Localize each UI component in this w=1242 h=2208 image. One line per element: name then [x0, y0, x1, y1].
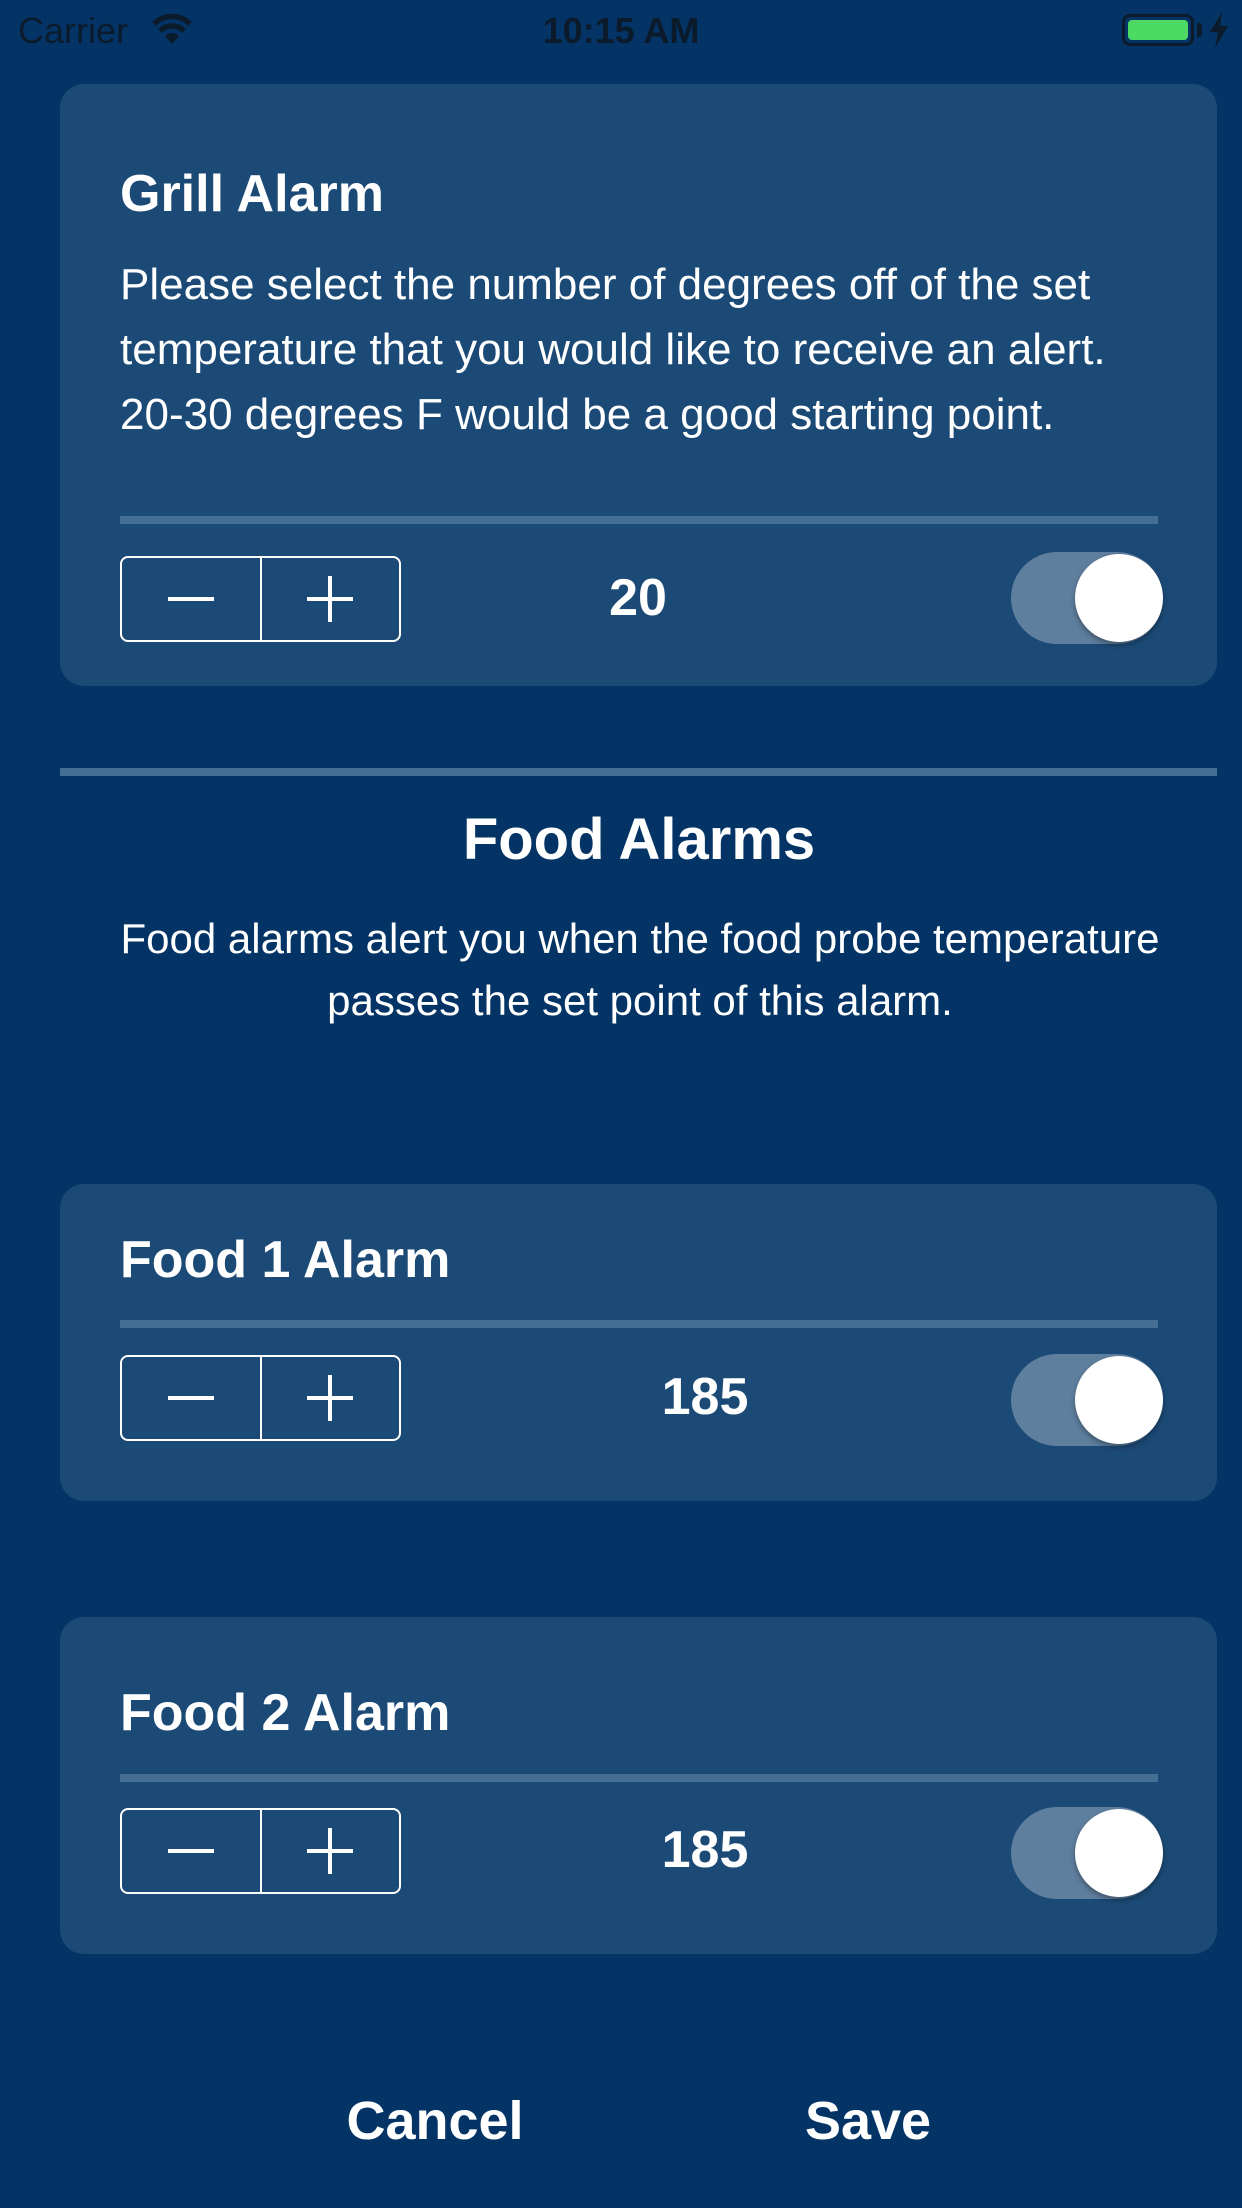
food1-alarm-decrement-button[interactable] [122, 1357, 260, 1439]
charging-bolt-icon [1210, 12, 1228, 48]
grill-alarm-value: 20 [609, 569, 667, 627]
food1-alarm-title: Food 1 Alarm [120, 1231, 451, 1289]
plus-icon [307, 1375, 354, 1421]
alarm-settings-screen: Carrier 10:15 AM Grill Alarm Please sele… [0, 0, 1242, 2208]
toggle-knob [1075, 1356, 1163, 1444]
grill-alarm-toggle[interactable] [1011, 552, 1163, 644]
food2-alarm-decrement-button[interactable] [122, 1810, 260, 1892]
minus-icon [167, 1396, 214, 1400]
food1-alarm-toggle[interactable] [1011, 1354, 1163, 1446]
food1-alarm-stepper [120, 1355, 401, 1441]
section-divider [60, 768, 1217, 776]
food-alarms-title: Food Alarms [462, 807, 816, 872]
grill-alarm-stepper [120, 556, 401, 642]
toggle-knob [1075, 1809, 1163, 1897]
food2-alarm-card: Food 2 Alarm 185 [60, 1617, 1217, 1954]
grill-alarm-description: Please select the number of degrees off … [120, 260, 1106, 439]
food1-alarm-increment-button[interactable] [259, 1357, 400, 1439]
food1-alarm-card: Food 1 Alarm 185 [60, 1184, 1217, 1501]
food2-alarm-stepper [120, 1808, 401, 1894]
grill-alarm-card: Grill Alarm Please select the number of … [60, 84, 1217, 686]
food2-alarm-toggle[interactable] [1011, 1807, 1163, 1899]
status-time: 10:15 AM [542, 10, 700, 51]
battery-level [1128, 20, 1188, 40]
food2-alarm-increment-button[interactable] [259, 1810, 400, 1892]
food-alarms-description: Food alarms alert you when the food prob… [120, 915, 1160, 1024]
grill-alarm-title: Grill Alarm [120, 165, 384, 223]
food2-alarm-title: Food 2 Alarm [120, 1684, 451, 1742]
save-button[interactable]: Save [718, 2090, 1018, 2152]
grill-alarm-increment-button[interactable] [259, 558, 400, 640]
food1-alarm-divider [120, 1320, 1158, 1328]
food1-alarm-value: 185 [661, 1368, 749, 1426]
food2-alarm-divider [120, 1774, 1158, 1782]
food2-alarm-value: 185 [661, 1821, 749, 1879]
plus-icon [307, 576, 354, 622]
minus-icon [167, 597, 214, 601]
grill-alarm-decrement-button[interactable] [122, 558, 260, 640]
minus-icon [167, 1849, 214, 1853]
status-bar: Carrier 10:15 AM [0, 0, 1242, 60]
grill-alarm-divider [120, 516, 1158, 524]
battery-cap [1197, 23, 1202, 37]
plus-icon [307, 1828, 354, 1874]
battery-icon [1122, 14, 1194, 46]
cancel-button[interactable]: Cancel [285, 2090, 585, 2152]
toggle-knob [1075, 554, 1163, 642]
